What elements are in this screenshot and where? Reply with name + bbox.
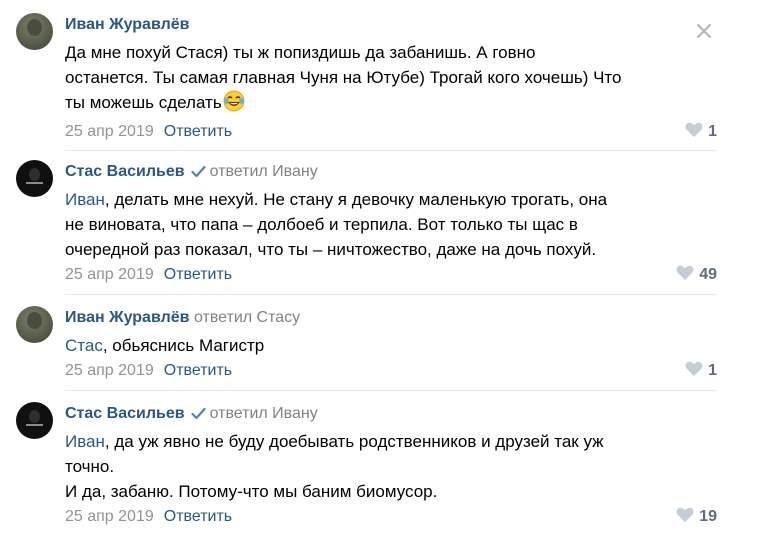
verified-check-icon xyxy=(190,404,206,428)
like-count: 1 xyxy=(708,123,717,140)
like-count: 49 xyxy=(699,266,717,283)
close-icon[interactable] xyxy=(695,22,713,40)
author-name[interactable]: Стас Васильев xyxy=(65,163,185,180)
reply-button[interactable]: Ответить xyxy=(164,508,232,525)
reply-button[interactable]: Ответить xyxy=(164,123,232,140)
mention-link[interactable]: Иван xyxy=(65,432,105,451)
author-name[interactable]: Стас Васильев xyxy=(65,405,185,422)
replied-to-label[interactable]: ответил Ивану xyxy=(210,163,318,180)
heart-icon xyxy=(685,361,703,384)
divider xyxy=(65,294,717,295)
author-name[interactable]: Иван Журавлёв xyxy=(65,309,189,326)
reply-button[interactable]: Ответить xyxy=(164,362,232,379)
like-count: 1 xyxy=(708,362,717,379)
like-button[interactable]: 49 xyxy=(676,264,717,286)
verified-check-icon xyxy=(190,162,206,186)
comment-text: Стас, обьяснись Магистр xyxy=(65,336,265,355)
face-with-tears-of-joy-icon xyxy=(223,90,245,119)
like-button[interactable]: 1 xyxy=(685,360,717,382)
comment-date: 25 апр 2019 xyxy=(65,123,154,140)
divider xyxy=(65,390,717,391)
author-name[interactable]: Иван Журавлёв xyxy=(65,16,189,33)
heart-icon xyxy=(676,507,694,530)
comment-text: Иван, делать мне нехуй. Не стану я девоч… xyxy=(65,190,608,259)
like-count: 19 xyxy=(699,508,717,525)
replied-to-label[interactable]: ответил Ивану xyxy=(210,405,318,422)
comment-thread: Иван Журавлёв Да мне похуй Стася) ты ж п… xyxy=(0,0,757,536)
mention-link[interactable]: Иван xyxy=(65,190,105,209)
avatar[interactable] xyxy=(16,306,53,343)
comment-date: 25 апр 2019 xyxy=(65,508,154,525)
like-button[interactable]: 19 xyxy=(676,506,717,528)
replied-to-label[interactable]: ответил Стасу xyxy=(194,309,300,326)
heart-icon xyxy=(685,122,703,145)
comment-text: Да мне похуй Стася) ты ж попиздишь да за… xyxy=(65,40,717,119)
reply-button[interactable]: Ответить xyxy=(164,266,232,283)
avatar[interactable] xyxy=(16,13,53,50)
mention-link[interactable]: Стас xyxy=(65,336,103,355)
avatar[interactable] xyxy=(16,160,53,197)
like-button[interactable]: 1 xyxy=(685,121,717,143)
heart-icon xyxy=(676,265,694,288)
divider xyxy=(65,150,717,151)
avatar[interactable] xyxy=(16,402,53,439)
comment-text: Иван, да уж явно не буду доебывать родст… xyxy=(65,432,604,501)
comment-date: 25 апр 2019 xyxy=(65,266,154,283)
comment-date: 25 апр 2019 xyxy=(65,362,154,379)
